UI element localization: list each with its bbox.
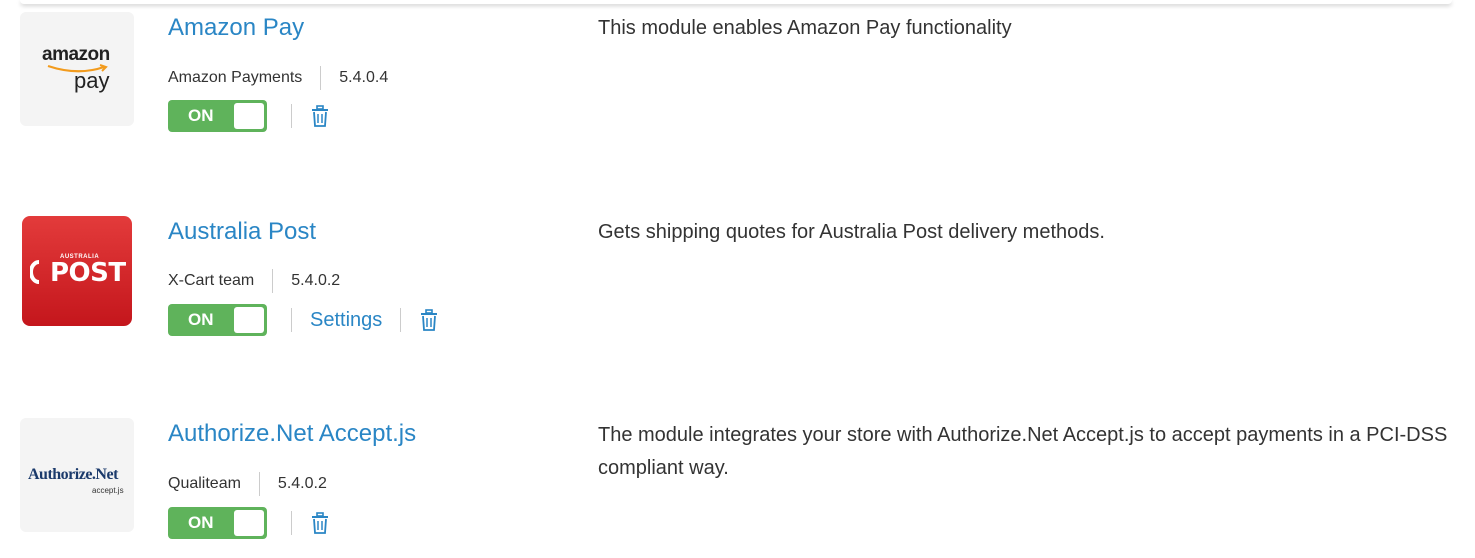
post-logo-word: POST bbox=[50, 258, 126, 288]
module-actions: ON bbox=[168, 507, 330, 539]
module-row-authorize-net: Authorize.Net accept.js Authorize.Net Ac… bbox=[0, 418, 1475, 548]
toggle-knob bbox=[234, 307, 264, 333]
divider bbox=[320, 66, 322, 90]
module-version: 5.4.0.2 bbox=[277, 475, 327, 492]
module-logo-australia-post: AUSTRALIA POST bbox=[20, 214, 134, 328]
module-logo-authorize-net: Authorize.Net accept.js bbox=[20, 418, 134, 532]
settings-link[interactable]: Settings bbox=[310, 309, 382, 332]
divider bbox=[291, 104, 292, 128]
module-title[interactable]: Authorize.Net Accept.js bbox=[168, 420, 416, 448]
module-title[interactable]: Amazon Pay bbox=[168, 14, 304, 42]
module-row-australia-post: AUSTRALIA POST Australia Post X-Cart tea… bbox=[0, 214, 1475, 344]
module-row-amazon-pay: amazon pay Amazon Pay Amazon Payments 5.… bbox=[0, 10, 1475, 140]
module-author: X-Cart team bbox=[168, 272, 255, 289]
module-meta: Amazon Payments 5.4.0.4 bbox=[168, 66, 388, 90]
toggle-label: ON bbox=[188, 310, 214, 329]
module-enable-toggle[interactable]: ON bbox=[168, 100, 267, 132]
module-actions: ON Settings bbox=[168, 304, 439, 336]
amazon-logo-pay: pay bbox=[74, 68, 110, 93]
trash-icon[interactable] bbox=[310, 512, 330, 534]
module-author: Amazon Payments bbox=[168, 69, 303, 86]
module-description: This module enables Amazon Pay functiona… bbox=[598, 17, 1012, 39]
module-author: Qualiteam bbox=[168, 475, 241, 492]
divider bbox=[258, 472, 260, 496]
module-version: 5.4.0.2 bbox=[291, 272, 341, 289]
list-top-edge bbox=[20, 0, 1452, 4]
module-enable-toggle[interactable]: ON bbox=[168, 304, 267, 336]
trash-icon[interactable] bbox=[310, 105, 330, 127]
anet-logo-word: Authorize.Net bbox=[28, 466, 118, 483]
divider bbox=[291, 511, 292, 535]
toggle-knob bbox=[234, 103, 264, 129]
divider bbox=[291, 308, 292, 332]
module-actions: ON bbox=[168, 100, 330, 132]
divider bbox=[272, 269, 274, 293]
module-logo-amazon-pay: amazon pay bbox=[20, 12, 134, 126]
toggle-label: ON bbox=[188, 513, 214, 532]
toggle-knob bbox=[234, 510, 264, 536]
module-version: 5.4.0.4 bbox=[339, 69, 389, 86]
trash-icon[interactable] bbox=[419, 309, 439, 331]
post-emblem-icon bbox=[30, 260, 40, 284]
module-title[interactable]: Australia Post bbox=[168, 218, 316, 246]
post-logo-tile: AUSTRALIA POST bbox=[22, 216, 132, 326]
amazon-logo-word: amazon bbox=[42, 44, 110, 65]
toggle-label: ON bbox=[188, 106, 214, 125]
module-meta: X-Cart team 5.4.0.2 bbox=[168, 269, 340, 293]
module-meta: Qualiteam 5.4.0.2 bbox=[168, 472, 327, 496]
module-enable-toggle[interactable]: ON bbox=[168, 507, 267, 539]
anet-logo-sub: accept.js bbox=[92, 486, 124, 495]
divider bbox=[400, 308, 402, 332]
module-description: The module integrates your store with Au… bbox=[598, 424, 1448, 479]
module-description: Gets shipping quotes for Australia Post … bbox=[598, 221, 1105, 243]
